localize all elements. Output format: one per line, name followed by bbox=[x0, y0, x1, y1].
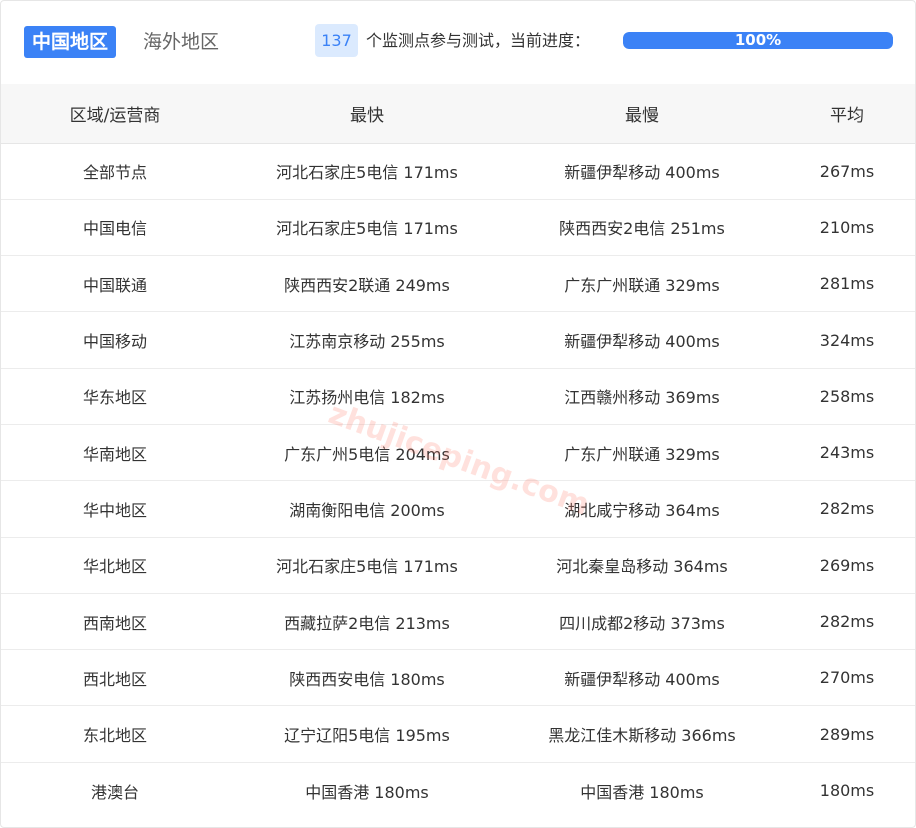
cell-slowest: 黑龙江佳木斯移动 366ms bbox=[505, 705, 779, 763]
column-header-region: 区域/运营商 bbox=[1, 84, 229, 144]
cell-average: 267ms bbox=[779, 143, 915, 200]
cell-fastest: 陕西西安2联通 249ms bbox=[229, 255, 505, 313]
cell-average: 258ms bbox=[779, 368, 915, 425]
cell-slowest: 新疆伊犁移动 400ms bbox=[505, 649, 779, 707]
cell-fastest: 江苏南京移动 255ms bbox=[229, 311, 505, 369]
cell-slowest: 广东广州联通 329ms bbox=[505, 255, 779, 313]
cell-fastest: 河北石家庄5电信 171ms bbox=[229, 537, 505, 594]
cell-average: 281ms bbox=[779, 255, 915, 313]
progress-bar-fill: 100% bbox=[623, 32, 893, 49]
cell-fastest: 中国香港 180ms bbox=[305, 782, 429, 802]
cell-slowest: 江西赣州移动 369ms bbox=[505, 368, 779, 425]
latency-table: 区域/运营商 最快 最慢 平均 全部节点 河北石家庄5电信 171ms 新疆伊犁移动… bbox=[1, 84, 915, 819]
column-header-fastest: 最快 bbox=[229, 84, 505, 144]
cell-average: 243ms bbox=[779, 424, 915, 482]
table-row: 东北地区 辽宁辽阳5电信 195ms 黑龙江佳木斯移动 366ms 289ms bbox=[1, 705, 915, 763]
cell-average: 210ms bbox=[779, 199, 915, 257]
table-row: 中国电信 河北石家庄5电信 171ms 陕西西安2电信 251ms 210ms bbox=[1, 199, 915, 257]
cell-average: 282ms bbox=[779, 593, 915, 651]
table-header-row: 区域/运营商 最快 最慢 平均 bbox=[1, 84, 915, 144]
progress-status-text: 个监测点参与测试，当前进度： bbox=[366, 31, 591, 50]
cell-average: 270ms bbox=[779, 649, 915, 707]
cell-slowest: 河北秦皇岛移动 364ms bbox=[505, 537, 779, 594]
tab-china-region[interactable]: 中国地区 bbox=[24, 26, 117, 58]
table-row: 西南地区 西藏拉萨2电信 213ms 四川成都2移动 373ms 282ms bbox=[1, 593, 915, 651]
node-count-badge: 137 bbox=[315, 24, 358, 57]
table-row: 华南地区 广东广州5电信 204ms 广东广州联通 329ms 243ms bbox=[1, 424, 915, 482]
table-row: 华中地区 湖南衡阳电信 200ms 湖北咸宁移动 364ms 282ms bbox=[1, 480, 915, 538]
cell-region: 全部节点 bbox=[1, 143, 229, 200]
cell-slowest: 湖北咸宁移动 364ms bbox=[505, 480, 779, 538]
cell-region: 港澳台 bbox=[90, 782, 139, 802]
cell-slowest: 新疆伊犁移动 400ms bbox=[505, 143, 779, 200]
cell-fastest: 陕西西安电信 180ms bbox=[229, 649, 505, 707]
table-row: 华北地区 河北石家庄5电信 171ms 河北秦皇岛移动 364ms 269ms bbox=[1, 537, 915, 594]
table-row: 中国移动 江苏南京移动 255ms 新疆伊犁移动 400ms 324ms bbox=[1, 311, 915, 369]
cell-slowest: 中国香港 180ms bbox=[580, 782, 704, 802]
cell-region: 西北地区 bbox=[1, 649, 229, 707]
cell-fastest: 广东广州5电信 204ms bbox=[229, 424, 505, 482]
cell-fastest: 河北石家庄5电信 171ms bbox=[229, 199, 505, 257]
top-bar: 中国地区 海外地区 137 个监测点参与测试，当前进度： 100% bbox=[1, 1, 915, 83]
cell-region: 华北地区 bbox=[1, 537, 229, 594]
cell-region: 华东地区 bbox=[1, 368, 229, 425]
table-row: 中国联通 陕西西安2联通 249ms 广东广州联通 329ms 281ms bbox=[1, 255, 915, 313]
cell-slowest: 陕西西安2电信 251ms bbox=[505, 199, 779, 257]
cell-fastest: 辽宁辽阳5电信 195ms bbox=[229, 705, 505, 763]
cell-fastest: 河北石家庄5电信 171ms bbox=[229, 143, 505, 200]
cell-slowest: 新疆伊犁移动 400ms bbox=[505, 311, 779, 369]
cell-region: 中国移动 bbox=[1, 311, 229, 369]
cell-average: 282ms bbox=[779, 480, 915, 538]
results-card: 中国地区 海外地区 137 个监测点参与测试，当前进度： 100% 区域/运营商… bbox=[0, 0, 916, 828]
progress-bar: 100% bbox=[623, 32, 893, 49]
column-header-average: 平均 bbox=[779, 84, 915, 144]
table-row: 港澳台 中国香港 180ms 中国香港 180ms 180ms bbox=[1, 762, 915, 818]
cell-slowest: 广东广州联通 329ms bbox=[505, 424, 779, 482]
table-row: 西北地区 陕西西安电信 180ms 新疆伊犁移动 400ms 270ms bbox=[1, 649, 915, 707]
cell-average: 324ms bbox=[779, 311, 915, 369]
cell-fastest: 西藏拉萨2电信 213ms bbox=[229, 593, 505, 651]
cell-average: 289ms bbox=[779, 705, 915, 763]
cell-region: 西南地区 bbox=[1, 593, 229, 651]
cell-fastest: 湖南衡阳电信 200ms bbox=[229, 480, 505, 538]
cell-region: 东北地区 bbox=[1, 705, 229, 763]
cell-region: 中国联通 bbox=[1, 255, 229, 313]
cell-region: 华中地区 bbox=[1, 480, 229, 538]
table-row: 全部节点 河北石家庄5电信 171ms 新疆伊犁移动 400ms 267ms bbox=[1, 143, 915, 200]
cell-average: 180ms bbox=[819, 781, 875, 801]
cell-average: 269ms bbox=[779, 537, 915, 594]
cell-fastest: 江苏扬州电信 182ms bbox=[229, 368, 505, 425]
cell-region: 华南地区 bbox=[1, 424, 229, 482]
cell-region: 中国电信 bbox=[1, 199, 229, 257]
tab-overseas-region[interactable]: 海外地区 bbox=[135, 26, 227, 58]
column-header-slowest: 最慢 bbox=[505, 84, 779, 144]
cell-slowest: 四川成都2移动 373ms bbox=[505, 593, 779, 651]
table-row: 华东地区 江苏扬州电信 182ms 江西赣州移动 369ms 258ms bbox=[1, 368, 915, 425]
